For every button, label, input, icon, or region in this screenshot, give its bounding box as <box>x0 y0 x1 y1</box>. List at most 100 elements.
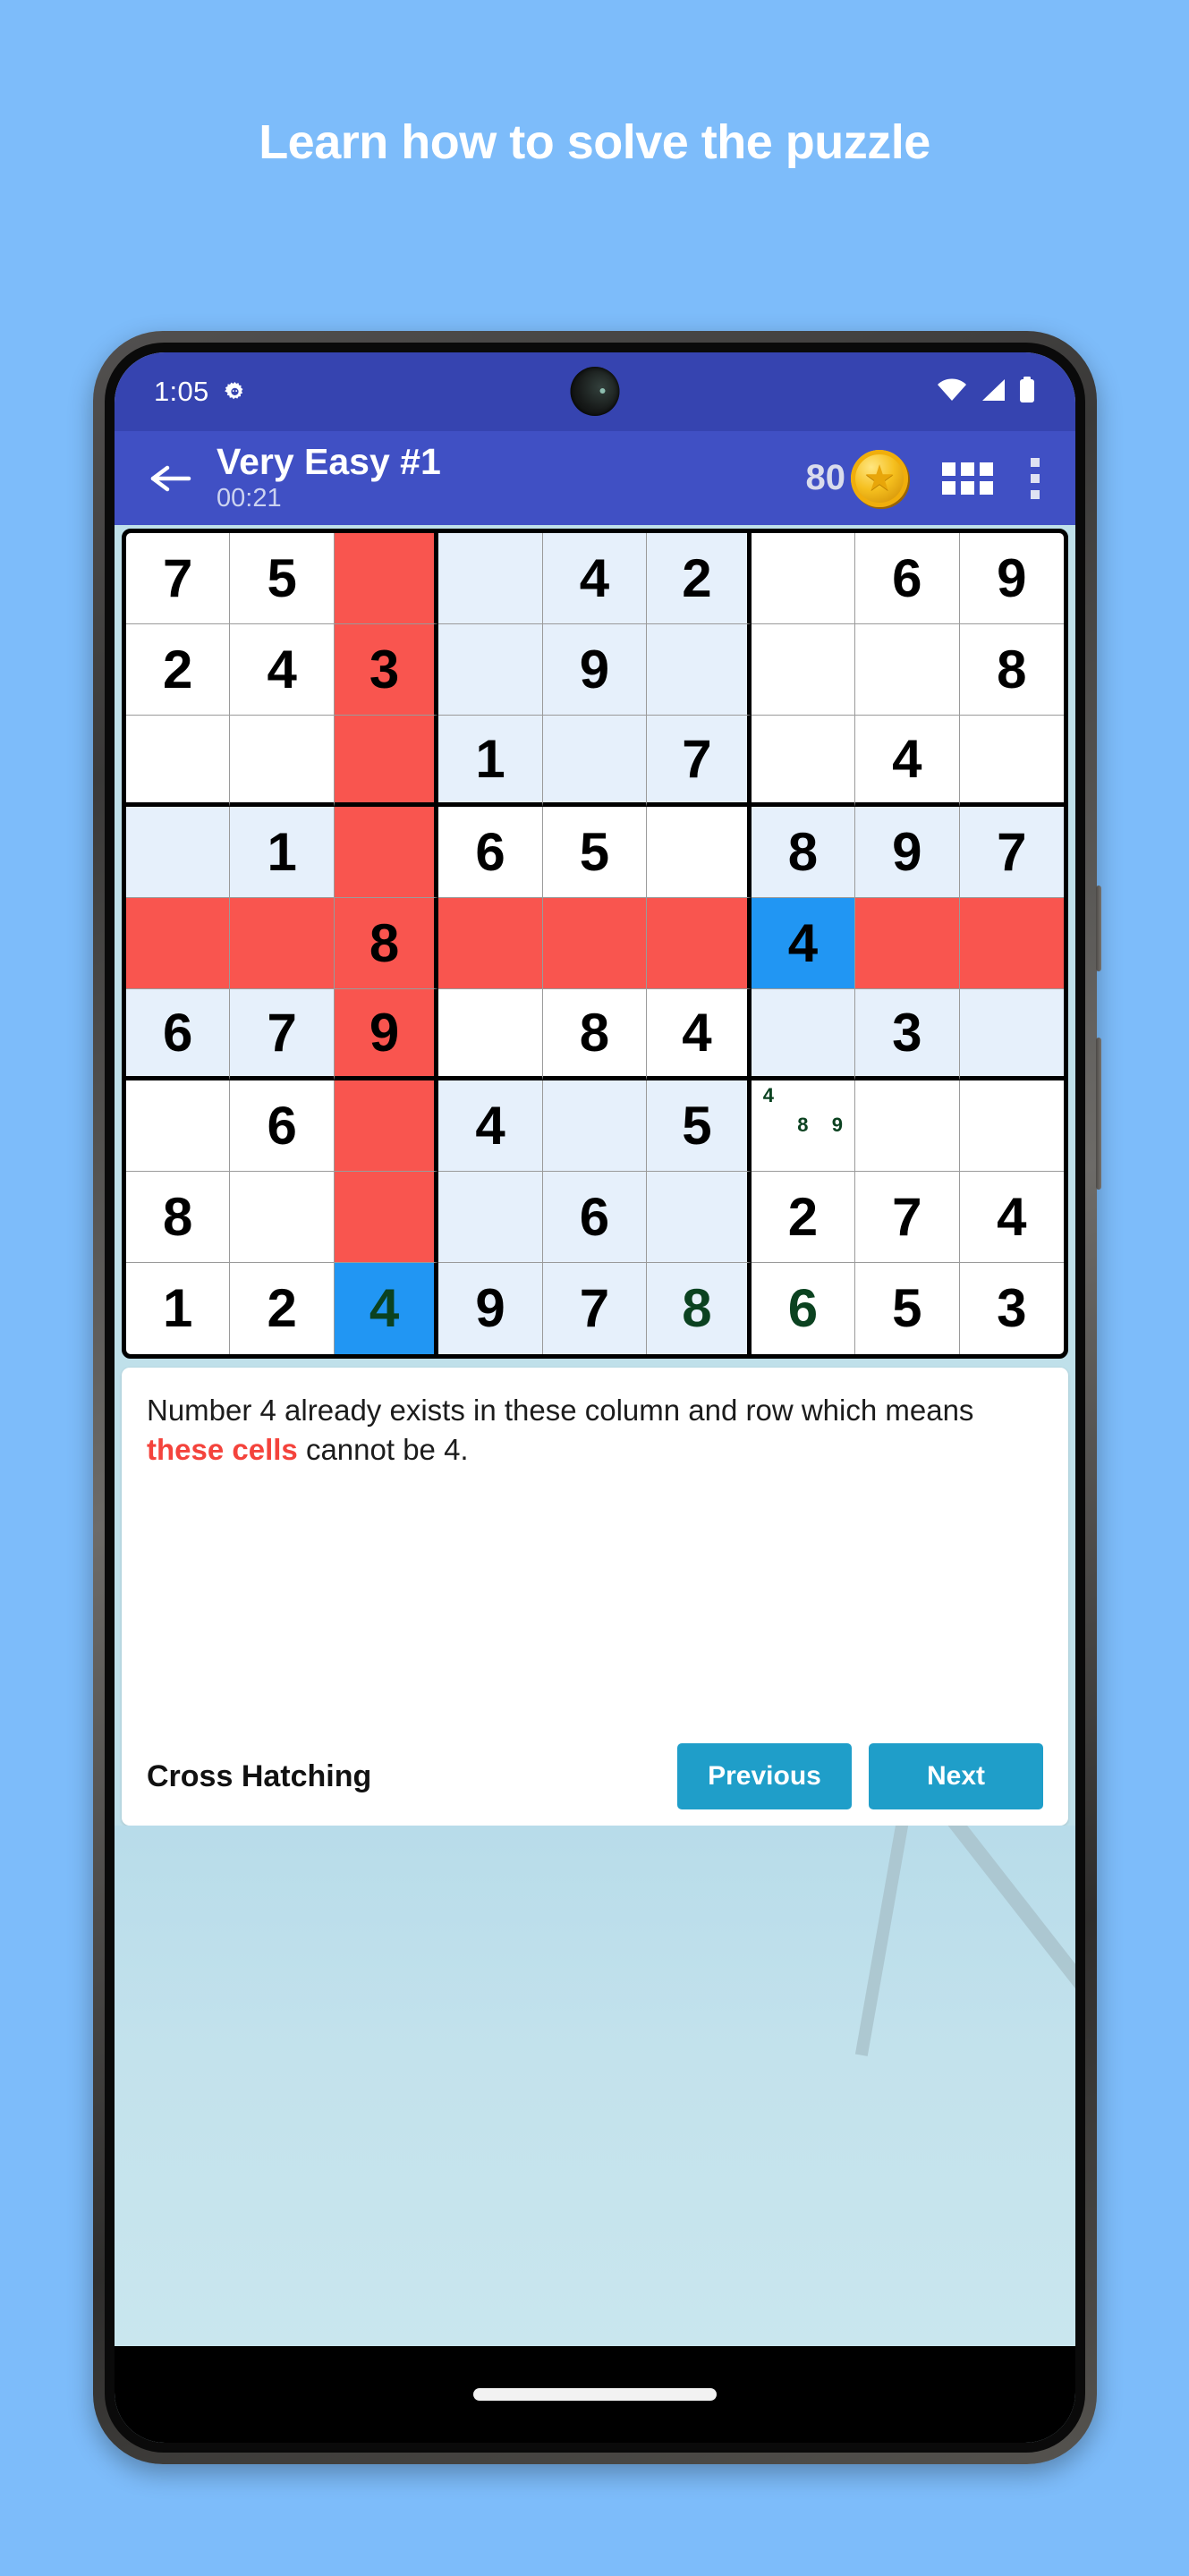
sudoku-cell[interactable] <box>542 1080 648 1172</box>
sudoku-cell[interactable]: 5 <box>230 533 335 624</box>
sudoku-cell[interactable] <box>438 898 543 989</box>
sudoku-cell[interactable] <box>751 624 856 716</box>
sudoku-cell[interactable]: 7 <box>647 716 752 807</box>
sudoku-cell[interactable] <box>334 1172 439 1263</box>
sudoku-cell[interactable]: 6 <box>751 1263 856 1354</box>
sudoku-cell[interactable]: 8 <box>542 989 648 1080</box>
sudoku-cell[interactable]: 4 <box>438 1080 543 1172</box>
sudoku-cell[interactable]: 8 <box>334 898 439 989</box>
sudoku-cell[interactable] <box>230 898 335 989</box>
sudoku-cell[interactable]: 1 <box>126 1263 231 1354</box>
sudoku-cell[interactable]: 4 <box>542 533 648 624</box>
sudoku-cell[interactable] <box>334 1080 439 1172</box>
phone-frame: 1:05 Very Easy #1 00:21 80 ★ 7 5 4 2 6 9… <box>93 331 1101 2464</box>
sudoku-cell[interactable]: 3 <box>959 1263 1064 1354</box>
back-arrow-icon[interactable] <box>145 453 197 504</box>
sudoku-cell[interactable]: 4 <box>230 624 335 716</box>
sudoku-cell[interactable]: 5 <box>647 1080 752 1172</box>
sudoku-cell[interactable] <box>334 533 439 624</box>
sudoku-cell[interactable] <box>126 716 231 807</box>
sudoku-cell[interactable] <box>855 624 960 716</box>
sudoku-cell[interactable]: 7 <box>959 807 1064 898</box>
sudoku-cell[interactable]: 7 <box>542 1263 648 1354</box>
sudoku-cell[interactable] <box>855 1080 960 1172</box>
sudoku-cell[interactable]: 7 <box>230 989 335 1080</box>
sudoku-cell[interactable] <box>959 1080 1064 1172</box>
sudoku-cell[interactable]: 2 <box>647 533 752 624</box>
more-vertical-icon[interactable] <box>1031 457 1040 499</box>
sudoku-cell[interactable] <box>751 716 856 807</box>
sudoku-cell[interactable]: 8 <box>647 1263 752 1354</box>
explanation-highlight: these cells <box>147 1432 298 1466</box>
sudoku-cell[interactable] <box>959 716 1064 807</box>
sudoku-cell[interactable]: 1 <box>230 807 335 898</box>
sudoku-cell[interactable] <box>647 807 752 898</box>
sudoku-cell[interactable]: 8 <box>126 1172 231 1263</box>
gear-icon <box>222 379 248 405</box>
sudoku-cell[interactable] <box>126 898 231 989</box>
sudoku-cell[interactable] <box>230 1172 335 1263</box>
cell-pencil-notes: 489 <box>762 1083 843 1137</box>
sudoku-cell[interactable]: 489 <box>751 1080 856 1172</box>
sudoku-cell[interactable]: 9 <box>855 807 960 898</box>
sudoku-cell[interactable]: 8 <box>959 624 1064 716</box>
sudoku-cell[interactable] <box>438 624 543 716</box>
status-bar-right <box>936 376 1036 408</box>
sudoku-cell[interactable] <box>438 533 543 624</box>
sudoku-cell[interactable] <box>438 1172 543 1263</box>
sudoku-board[interactable]: 7542692439817416589784679843645489862741… <box>122 529 1068 1359</box>
sudoku-cell[interactable] <box>959 989 1064 1080</box>
sudoku-cell[interactable] <box>959 898 1064 989</box>
sudoku-cell[interactable]: 8 <box>751 807 856 898</box>
phone-power-button[interactable] <box>1096 886 1101 971</box>
sudoku-cell[interactable] <box>126 807 231 898</box>
sudoku-cell[interactable] <box>334 716 439 807</box>
sudoku-cell[interactable] <box>438 989 543 1080</box>
sudoku-cell[interactable]: 2 <box>230 1263 335 1354</box>
sudoku-cell[interactable] <box>334 807 439 898</box>
previous-button[interactable]: Previous <box>677 1743 852 1809</box>
sudoku-cell[interactable]: 1 <box>438 716 543 807</box>
sudoku-cell[interactable]: 4 <box>855 716 960 807</box>
next-button[interactable]: Next <box>869 1743 1043 1809</box>
sudoku-cell[interactable]: 9 <box>542 624 648 716</box>
sudoku-cell[interactable]: 6 <box>855 533 960 624</box>
grid-view-icon[interactable] <box>942 462 993 495</box>
sudoku-cell[interactable]: 5 <box>855 1263 960 1354</box>
phone-screen: 1:05 Very Easy #1 00:21 80 ★ 7 5 4 2 6 9… <box>115 352 1075 2443</box>
sudoku-cell[interactable]: 9 <box>959 533 1064 624</box>
sudoku-cell[interactable] <box>230 716 335 807</box>
sudoku-cell[interactable]: 9 <box>334 989 439 1080</box>
sudoku-cell[interactable]: 6 <box>542 1172 648 1263</box>
sudoku-cell[interactable]: 7 <box>126 533 231 624</box>
status-bar-left: 1:05 <box>154 376 248 408</box>
sudoku-cell[interactable]: 2 <box>126 624 231 716</box>
sudoku-cell[interactable] <box>542 898 648 989</box>
sudoku-cell[interactable]: 9 <box>438 1263 543 1354</box>
score-badge[interactable]: 80 ★ <box>806 449 908 507</box>
sudoku-cell[interactable]: 3 <box>334 624 439 716</box>
sudoku-cell[interactable] <box>126 1080 231 1172</box>
sudoku-cell[interactable]: 4 <box>751 898 856 989</box>
sudoku-cell[interactable]: 7 <box>855 1172 960 1263</box>
sudoku-cell[interactable]: 6 <box>230 1080 335 1172</box>
sudoku-cell[interactable] <box>855 898 960 989</box>
sudoku-cell[interactable] <box>751 989 856 1080</box>
sudoku-cell[interactable]: 2 <box>751 1172 856 1263</box>
explanation-card: Number 4 already exists in these column … <box>122 1368 1068 1826</box>
sudoku-cell[interactable] <box>647 898 752 989</box>
sudoku-cell[interactable] <box>751 533 856 624</box>
gesture-pill[interactable] <box>473 2388 717 2401</box>
sudoku-cell[interactable]: 4 <box>647 989 752 1080</box>
sudoku-cell[interactable]: 6 <box>126 989 231 1080</box>
sudoku-cell[interactable] <box>542 716 648 807</box>
sudoku-cell[interactable]: 4 <box>959 1172 1064 1263</box>
sudoku-cell[interactable]: 5 <box>542 807 648 898</box>
system-navigation-bar <box>115 2346 1075 2443</box>
sudoku-cell[interactable]: 3 <box>855 989 960 1080</box>
sudoku-cell[interactable] <box>647 624 752 716</box>
sudoku-cell[interactable]: 6 <box>438 807 543 898</box>
sudoku-cell[interactable] <box>647 1172 752 1263</box>
phone-volume-button[interactable] <box>1096 1038 1101 1190</box>
sudoku-cell[interactable]: 4 <box>334 1263 439 1354</box>
